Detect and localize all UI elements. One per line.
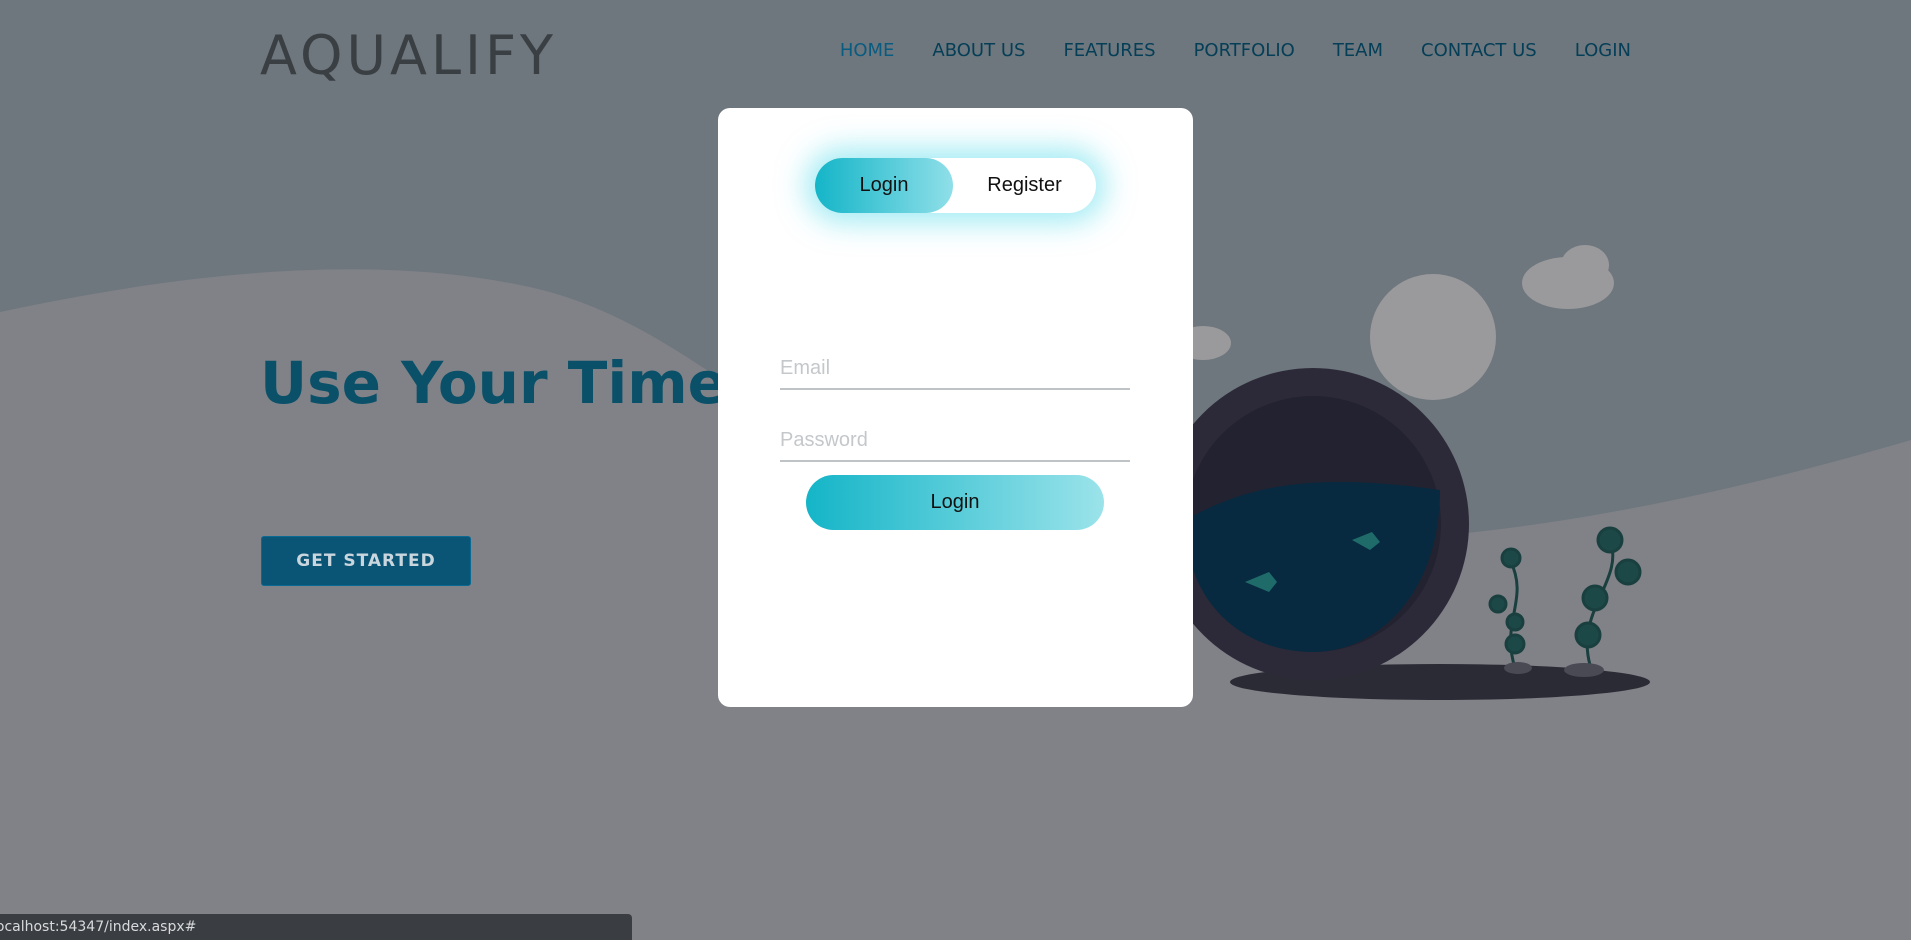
nav-about-us[interactable]: ABOUT US xyxy=(932,40,1025,61)
password-field[interactable] xyxy=(780,420,1130,462)
toggle-login-option[interactable]: Login xyxy=(815,158,953,213)
nav-menu: HOME ABOUT US FEATURES PORTFOLIO TEAM CO… xyxy=(840,40,1631,61)
nav-team[interactable]: TEAM xyxy=(1333,40,1383,61)
nav-portfolio[interactable]: PORTFOLIO xyxy=(1194,40,1295,61)
get-started-button[interactable]: GET STARTED xyxy=(261,536,471,586)
moon-shape xyxy=(1370,274,1496,400)
nav-login[interactable]: LOGIN xyxy=(1575,40,1631,61)
auth-toggle: Login Register xyxy=(815,158,1096,213)
email-field[interactable] xyxy=(780,348,1130,390)
status-url: localhost:54347/index.aspx# xyxy=(0,919,197,935)
browser-status-bar: localhost:54347/index.aspx# xyxy=(0,914,632,940)
login-submit-button[interactable]: Login xyxy=(806,475,1104,530)
brand-logo[interactable]: AQUALIFY xyxy=(260,24,557,87)
toggle-register-option[interactable]: Register xyxy=(953,158,1096,213)
top-navbar: AQUALIFY HOME ABOUT US FEATURES PORTFOLI… xyxy=(0,0,1911,105)
hero-title: Use Your Time Clean the Ocean xyxy=(260,349,720,417)
login-modal: Login Register Login xyxy=(718,108,1193,707)
nav-contact-us[interactable]: CONTACT US xyxy=(1421,40,1537,61)
nav-home[interactable]: HOME xyxy=(840,40,895,61)
nav-features[interactable]: FEATURES xyxy=(1063,40,1155,61)
